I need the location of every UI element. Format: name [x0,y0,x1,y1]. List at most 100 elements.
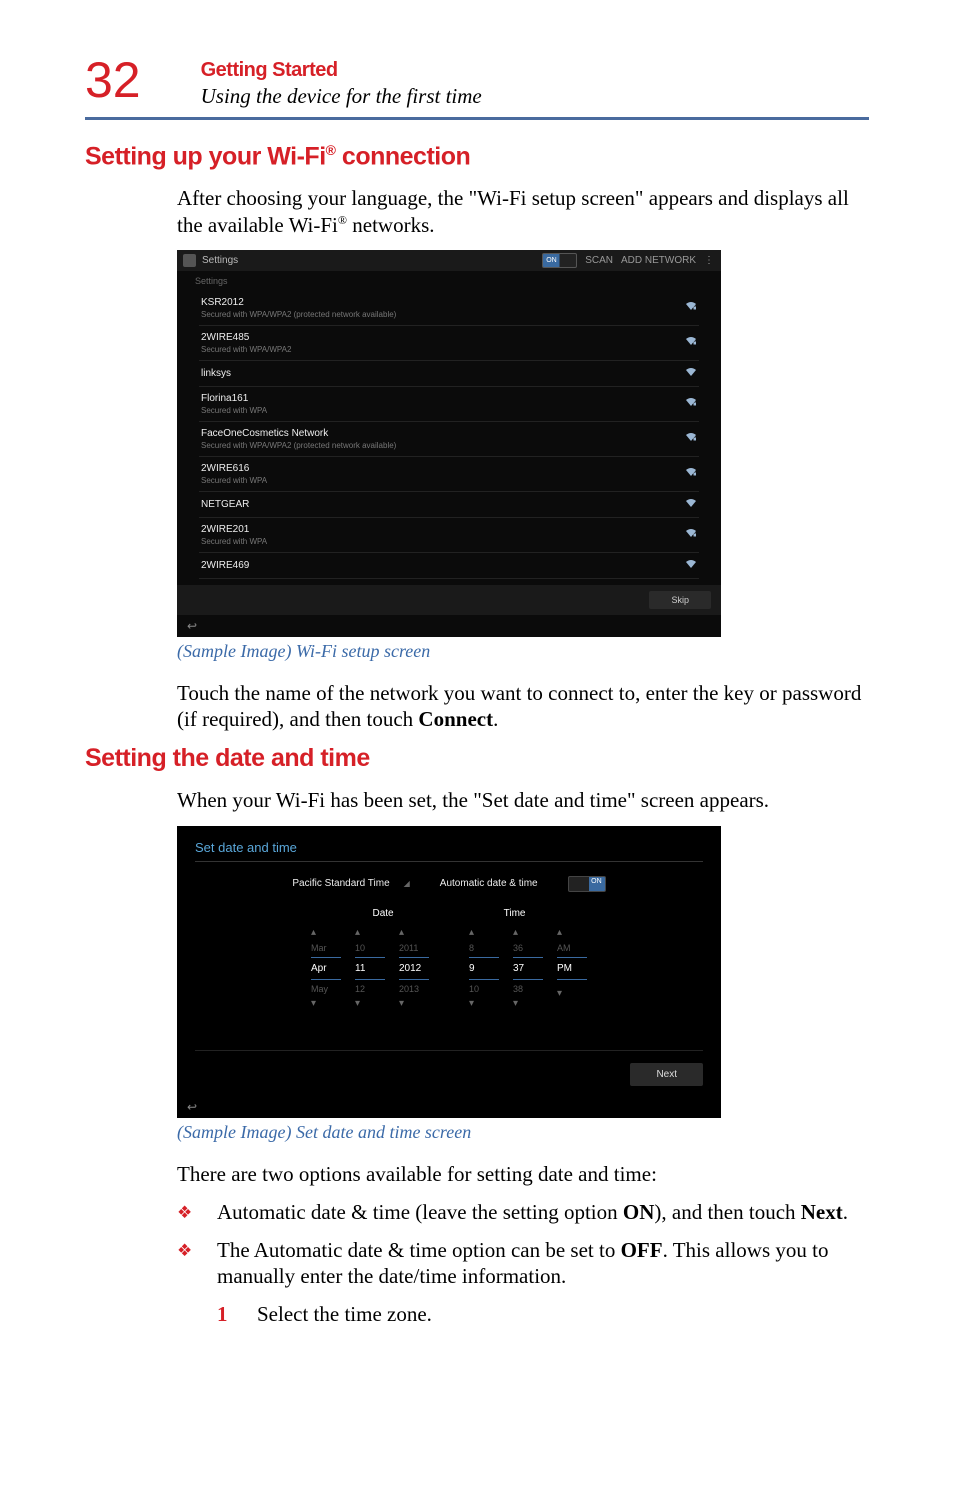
date-picker-next: May [311,980,341,998]
step-number: 1 [217,1302,257,1327]
next-label: Next [801,1200,843,1224]
wifi-network-row[interactable]: 2WIRE469 [199,553,699,579]
chevron-down-icon[interactable]: ▾ [355,998,385,1010]
chevron-up-icon[interactable]: ▴ [311,927,341,939]
on-label: ON [623,1200,655,1224]
wifi-heading: Setting up your Wi-Fi® connection [85,142,869,171]
date-picker-column[interactable]: ▴ 2011 2012 2013 ▾ [399,927,429,1010]
step-text: Select the time zone. [257,1302,432,1327]
time-picker-prev: AM [557,939,587,957]
wifi-network-row[interactable]: 2WIRE485 Secured with WPA/WPA2 [199,326,699,361]
date-header: Date [373,908,394,919]
wifi-network-row[interactable]: NETGEAR [199,492,699,518]
wifi-network-security: Secured with WPA/WPA2 (protected network… [201,310,396,319]
wifi-signal-icon [685,528,697,538]
wifi-network-row[interactable]: KSR2012 Secured with WPA/WPA2 (protected… [199,291,699,326]
time-picker-next [557,980,587,988]
connect-label: Connect [418,707,493,731]
skip-button[interactable]: Skip [649,591,711,609]
wifi-network-name: linksys [201,368,231,379]
settings-title: Settings [202,255,238,266]
wifi-network-row[interactable]: Florina161 Secured with WPA [199,387,699,422]
time-picker-column[interactable]: ▴ 36 37 38 ▾ [513,927,543,1010]
bullet2-a: The Automatic date & time option can be … [217,1238,621,1262]
off-label: OFF [621,1238,663,1262]
wifi-toggle[interactable]: ON [542,253,577,268]
page-number: 32 [85,55,141,105]
time-picker-prev: 8 [469,939,499,957]
chevron-up-icon[interactable]: ▴ [557,927,587,939]
wifi-after-text: Touch the name of the network you want t… [177,680,869,733]
wifi-heading-tail: connection [335,142,470,170]
wifi-intro-a: After choosing your language, the "Wi-Fi… [177,186,849,236]
bullet1-c: . [843,1200,848,1224]
wifi-network-name: 2WIRE469 [201,560,249,571]
chevron-up-icon[interactable]: ▴ [469,927,499,939]
auto-datetime-toggle[interactable] [568,876,606,892]
wifi-intro-b: networks. [347,213,435,237]
wifi-network-name: Florina161 [201,393,267,404]
settings-app-icon [183,254,196,267]
add-network-button[interactable]: ADD NETWORK [621,255,696,266]
next-button[interactable]: Next [630,1063,703,1086]
wifi-caption: (Sample Image) Wi-Fi setup screen [177,641,869,662]
dropdown-icon[interactable]: ◢ [404,879,410,888]
wifi-intro: After choosing your language, the "Wi-Fi… [177,185,869,238]
back-icon[interactable]: ↩ [177,615,721,637]
date-picker-prev: 2011 [399,939,429,957]
wifi-signal-icon [685,498,697,508]
wifi-network-row[interactable]: linksys [199,361,699,387]
wifi-network-name: NETGEAR [201,499,249,510]
datetime-screenshot: Set date and time Pacific Standard Time … [177,826,721,1118]
overflow-menu-icon[interactable]: ⋮ [704,255,715,266]
date-picker-next: 2013 [399,980,429,998]
bullet-icon: ❖ [177,1199,217,1223]
wifi-signal-icon [685,467,697,477]
bullet-icon: ❖ [177,1237,217,1261]
wifi-heading-text: Setting up your Wi-Fi [85,142,326,170]
date-picker-column[interactable]: ▴ 10 11 12 ▾ [355,927,385,1010]
timezone-value[interactable]: Pacific Standard Time [292,878,389,889]
chevron-down-icon[interactable]: ▾ [469,998,499,1010]
time-picker-selected: 9 [469,957,499,980]
wifi-network-row[interactable]: 2WIRE616 Secured with WPA [199,457,699,492]
chevron-up-icon[interactable]: ▴ [399,927,429,939]
chevron-down-icon[interactable]: ▾ [557,988,587,1000]
chevron-down-icon[interactable]: ▾ [311,998,341,1010]
registered-mark: ® [338,213,347,227]
scan-button[interactable]: SCAN [585,255,613,266]
settings-subheader: Settings [177,271,721,291]
wifi-signal-icon [685,432,697,442]
wifi-network-row[interactable]: 2WIRE201 Secured with WPA [199,518,699,553]
wifi-signal-icon [685,301,697,311]
datetime-heading: Setting the date and time [85,744,869,773]
chevron-up-icon[interactable]: ▴ [513,927,543,939]
back-icon[interactable]: ↩ [177,1096,721,1118]
options-intro: There are two options available for sett… [177,1161,869,1187]
time-picker-column[interactable]: ▴ AM PM ▾ [557,927,587,1010]
wifi-network-security: Secured with WPA [201,406,267,415]
time-picker-column[interactable]: ▴ 8 9 10 ▾ [469,927,499,1010]
wifi-signal-icon [685,559,697,569]
header-section: Getting Started [201,59,482,82]
chevron-up-icon[interactable]: ▴ [355,927,385,939]
bullet1-b: ), and then touch [654,1200,800,1224]
bullet1-a: Automatic date & time (leave the setting… [217,1200,623,1224]
chevron-down-icon[interactable]: ▾ [513,998,543,1010]
wifi-network-security: Secured with WPA/WPA2 [201,345,291,354]
date-picker-column[interactable]: ▴ Mar Apr May ▾ [311,927,341,1010]
option-bullet-1: ❖ Automatic date & time (leave the setti… [177,1199,869,1225]
date-picker-selected: 11 [355,957,385,980]
wifi-network-name: 2WIRE616 [201,463,267,474]
wifi-network-name: 2WIRE201 [201,524,267,535]
chevron-down-icon[interactable]: ▾ [399,998,429,1010]
wifi-signal-icon [685,397,697,407]
wifi-network-row[interactable]: FaceOneCosmetics Network Secured with WP… [199,422,699,457]
date-picker-prev: 10 [355,939,385,957]
time-picker-selected: 37 [513,957,543,980]
dt-title: Set date and time [177,826,721,861]
wifi-after-b: . [493,707,498,731]
datetime-intro: When your Wi-Fi has been set, the "Set d… [177,787,869,813]
wifi-signal-icon [685,367,697,377]
wifi-network-name: 2WIRE485 [201,332,291,343]
